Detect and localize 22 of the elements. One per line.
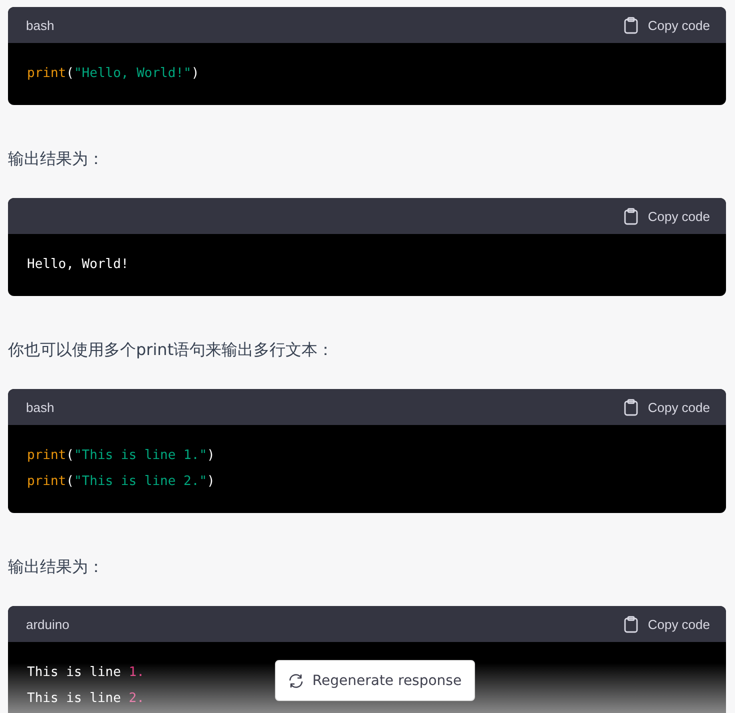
language-label: bash	[26, 400, 54, 414]
paragraph: 输出结果为：	[8, 148, 104, 170]
code-line: print("This is line 1.")	[27, 447, 215, 465]
clipboard-icon	[624, 398, 638, 416]
language-label: arduino	[26, 616, 70, 632]
code-line: Hello, World!	[27, 256, 129, 274]
paragraph: 输出结果为：	[8, 556, 104, 578]
refresh-icon	[288, 674, 304, 688]
code-line: This is line 1.	[27, 664, 144, 682]
paragraph: 你也可以使用多个print语句来输出多行文本：	[8, 339, 334, 361]
code-line: print("Hello, World!")	[27, 65, 200, 83]
regenerate-button[interactable]: Regenerate response	[275, 660, 475, 701]
copy-code-button[interactable]: Copy code	[624, 208, 710, 224]
code-line: This is line 2.	[27, 690, 144, 708]
copy-code-button[interactable]: Copy code	[624, 16, 710, 34]
copy-code-button[interactable]: Copy code	[624, 398, 710, 416]
clipboard-icon	[624, 208, 638, 224]
clipboard-icon	[624, 616, 638, 632]
clipboard-icon	[624, 16, 638, 34]
copy-code-button[interactable]: Copy code	[624, 616, 710, 632]
code-line: print("This is line 2.")	[27, 473, 215, 491]
language-label: bash	[26, 18, 54, 32]
